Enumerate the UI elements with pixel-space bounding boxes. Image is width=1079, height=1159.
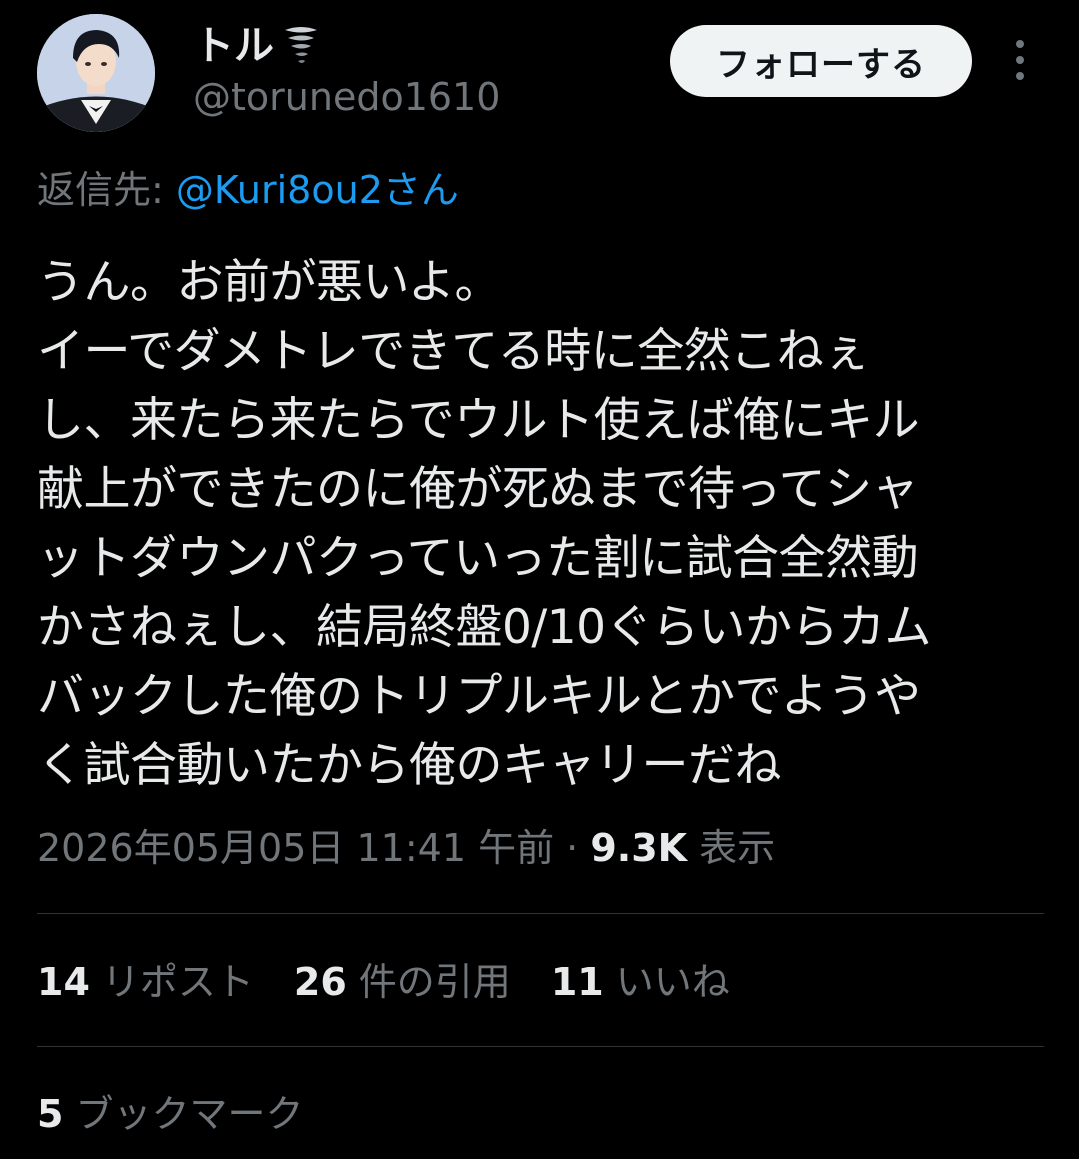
author-display-name[interactable]: トル <box>194 26 274 66</box>
bookmarks-label: ブックマーク <box>75 1092 304 1136</box>
divider <box>37 913 1044 914</box>
retweets-count: 14 <box>37 960 90 1004</box>
author-handle[interactable]: @torunedo1610 <box>193 78 500 116</box>
author-avatar[interactable] <box>37 14 155 132</box>
reply-mention-link[interactable]: @Kuri8ou2さん <box>176 168 459 212</box>
tweet-text-line: かさねぇし、結局終盤0/10ぐらいからカム <box>37 600 932 655</box>
likes-stat[interactable]: 11 いいね <box>551 960 730 1006</box>
view-label: 表示 <box>687 826 776 870</box>
more-vertical-icon[interactable] <box>1004 40 1036 80</box>
bookmarks-stat[interactable]: 5 ブックマーク <box>37 1092 303 1138</box>
tweet-text: うん。お前が悪いよ。 イーでダメトレできてる時に全然こねぇ し、来たら来たらでウ… <box>37 248 1047 800</box>
engagement-stats: 14 リポスト 26 件の引用 11 いいね <box>37 960 770 1006</box>
quotes-count: 26 <box>293 960 347 1004</box>
bookmarks-count: 5 <box>37 1092 64 1136</box>
likes-count: 11 <box>550 960 604 1004</box>
reply-context: 返信先: @Kuri8ou2さん <box>37 168 459 214</box>
view-count: 9.3K <box>590 826 688 870</box>
quotes-stat[interactable]: 26 件の引用 <box>294 960 511 1006</box>
reply-prefix: 返信先: <box>37 168 176 212</box>
tweet-text-line: うん。お前が悪いよ。 <box>37 255 502 310</box>
tweet-text-line: ットダウンパクっていった割に試合全然動 <box>37 531 919 586</box>
quotes-label: 件の引用 <box>358 960 511 1004</box>
divider <box>37 1046 1044 1047</box>
tornado-icon <box>285 27 317 63</box>
tweet-text-line: し、来たら来たらでウルト使えば俺にキル <box>37 393 920 448</box>
tweet-text-line: バックした俺のトリプルキルとかでようや <box>37 669 921 724</box>
tweet-meta: 2026年05月05日 11:41 午前 · 9.3K 表示 <box>37 826 775 872</box>
author-name-row[interactable]: トル <box>194 18 320 74</box>
follow-button[interactable]: フォローする <box>670 25 972 97</box>
retweets-label: リポスト <box>101 960 254 1004</box>
likes-label: いいね <box>615 960 730 1004</box>
tweet-text-line: 献上ができたのに俺が死ぬまで待ってシャ <box>37 462 919 517</box>
retweets-stat[interactable]: 14 リポスト <box>37 960 254 1006</box>
tweet-text-line: イーでダメトレできてる時に全然こねぇ <box>37 324 870 379</box>
tweet-timestamp[interactable]: 2026年05月05日 11:41 午前 · <box>37 826 590 870</box>
tweet-text-line: く試合動いたから俺のキャリーだね <box>37 738 782 793</box>
